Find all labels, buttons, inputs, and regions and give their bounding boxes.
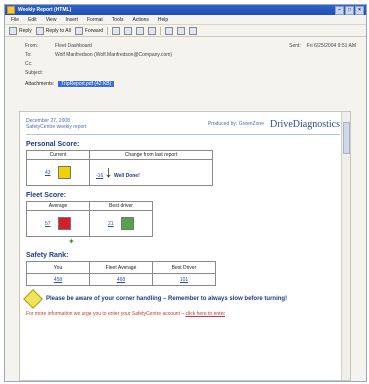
rank-you: 458: [53, 276, 63, 283]
help-icon[interactable]: [189, 26, 198, 35]
minimize-button[interactable]: –: [335, 5, 344, 15]
to-value[interactable]: Wolf Manfredson (Wolf.Manfredson@Company…: [55, 52, 172, 58]
delete-icon[interactable]: [136, 26, 145, 35]
reply-all-icon: [35, 26, 44, 35]
subject-row: Subject:: [25, 69, 44, 76]
attachments-row: Attachments: TripReport.pdf (42 KB): [25, 80, 356, 88]
current-score: 43: [45, 169, 51, 176]
vertical-scrollbar[interactable]: [341, 112, 350, 380]
cc-row: Cc:: [25, 60, 33, 67]
previous-icon[interactable]: [165, 26, 174, 35]
down-arrow-icon: ↓: [104, 163, 113, 181]
personal-score-table: Current Change from last report 43 -16 ↓…: [26, 150, 213, 186]
menu-bar: File Edit View Insert Format Tools Actio…: [5, 15, 366, 25]
report-subtitle: SafetyCentre weekly report: [26, 124, 87, 130]
menu-tools[interactable]: Tools: [112, 17, 124, 23]
toolbar-separator: [160, 26, 162, 35]
safety-rank-table: You Fleet Average Best Driver 458 468 10…: [26, 261, 216, 286]
attachment-file[interactable]: TripReport.pdf (42 KB): [58, 81, 115, 87]
forward-icon: [74, 26, 83, 35]
average-tile: [57, 217, 71, 230]
title-bar: Weekly Report (HTML) – □ ×: [5, 5, 366, 15]
sparkle-icon: ✦: [68, 237, 75, 246]
move-icon[interactable]: [148, 26, 157, 35]
safety-rank-title: Safety Rank:: [26, 252, 69, 259]
reply-button[interactable]: Reply: [9, 26, 32, 35]
menu-edit[interactable]: Edit: [28, 17, 37, 23]
mail-app-icon: [7, 6, 15, 14]
brand-logo: DriveDiagnostics: [270, 118, 340, 130]
from-row: From: Fleet Dashboard Sent: Fri 6/25/200…: [25, 42, 356, 49]
menu-insert[interactable]: Insert: [65, 17, 78, 23]
change-note: Well Done!: [114, 172, 140, 179]
menu-view[interactable]: View: [46, 17, 57, 23]
maximize-button[interactable]: □: [345, 5, 354, 15]
report-header: December 27, 2008 SafetyCentre weekly re…: [26, 118, 340, 130]
sent-value: Fri 6/25/2004 9:51 AM: [306, 42, 356, 49]
current-score-tile: [57, 166, 71, 179]
fleet-best: 21: [108, 220, 114, 227]
menu-file[interactable]: File: [11, 17, 19, 23]
personal-score-title: Personal Score:: [26, 141, 80, 148]
print-icon[interactable]: [112, 26, 121, 35]
from-value[interactable]: Fleet Dashboard: [55, 43, 92, 49]
warning-icon: [23, 289, 43, 309]
menu-format[interactable]: Format: [87, 17, 103, 23]
rank-best-driver: 101: [179, 276, 189, 283]
scrollbar-thumb[interactable]: [343, 122, 350, 154]
toolbar: Reply Reply to All Forward: [5, 25, 366, 37]
change-score: -16: [96, 172, 104, 179]
to-row: To: Wolf Manfredson (Wolf.Manfredson@Com…: [25, 51, 173, 58]
safety-tip: Please be aware of your corner handling …: [23, 289, 340, 309]
message-header: From: Fleet Dashboard Sent: Fri 6/25/200…: [5, 37, 366, 88]
window-title: Weekly Report (HTML): [18, 7, 72, 13]
footer: For more information we urge you to ente…: [26, 311, 225, 317]
message-body: December 27, 2008 SafetyCentre weekly re…: [19, 111, 351, 381]
produced-by: Produced by: GreenZone: [207, 121, 264, 127]
fleet-average: 57: [45, 220, 51, 227]
tip-text: Please be aware of your corner handling …: [46, 296, 288, 302]
fleet-score-title: Fleet Score:: [26, 192, 67, 199]
toolbar-separator: [107, 26, 109, 35]
flag-icon[interactable]: [124, 26, 133, 35]
email-window: Weekly Report (HTML) – □ × File Edit Vie…: [4, 4, 367, 382]
reply-icon: [9, 26, 17, 35]
enter-account-link[interactable]: click here to enter: [186, 311, 225, 317]
menu-help[interactable]: Help: [158, 17, 168, 23]
menu-actions[interactable]: Actions: [132, 17, 148, 23]
close-button[interactable]: ×: [355, 5, 364, 15]
forward-button[interactable]: Forward: [74, 26, 103, 35]
fleet-score-table: Average Best driver 57 21: [26, 201, 153, 237]
rank-fleet-average: 468: [116, 276, 126, 283]
next-icon[interactable]: [177, 26, 186, 35]
reply-all-button[interactable]: Reply to All: [35, 26, 71, 35]
best-tile: [120, 217, 134, 230]
